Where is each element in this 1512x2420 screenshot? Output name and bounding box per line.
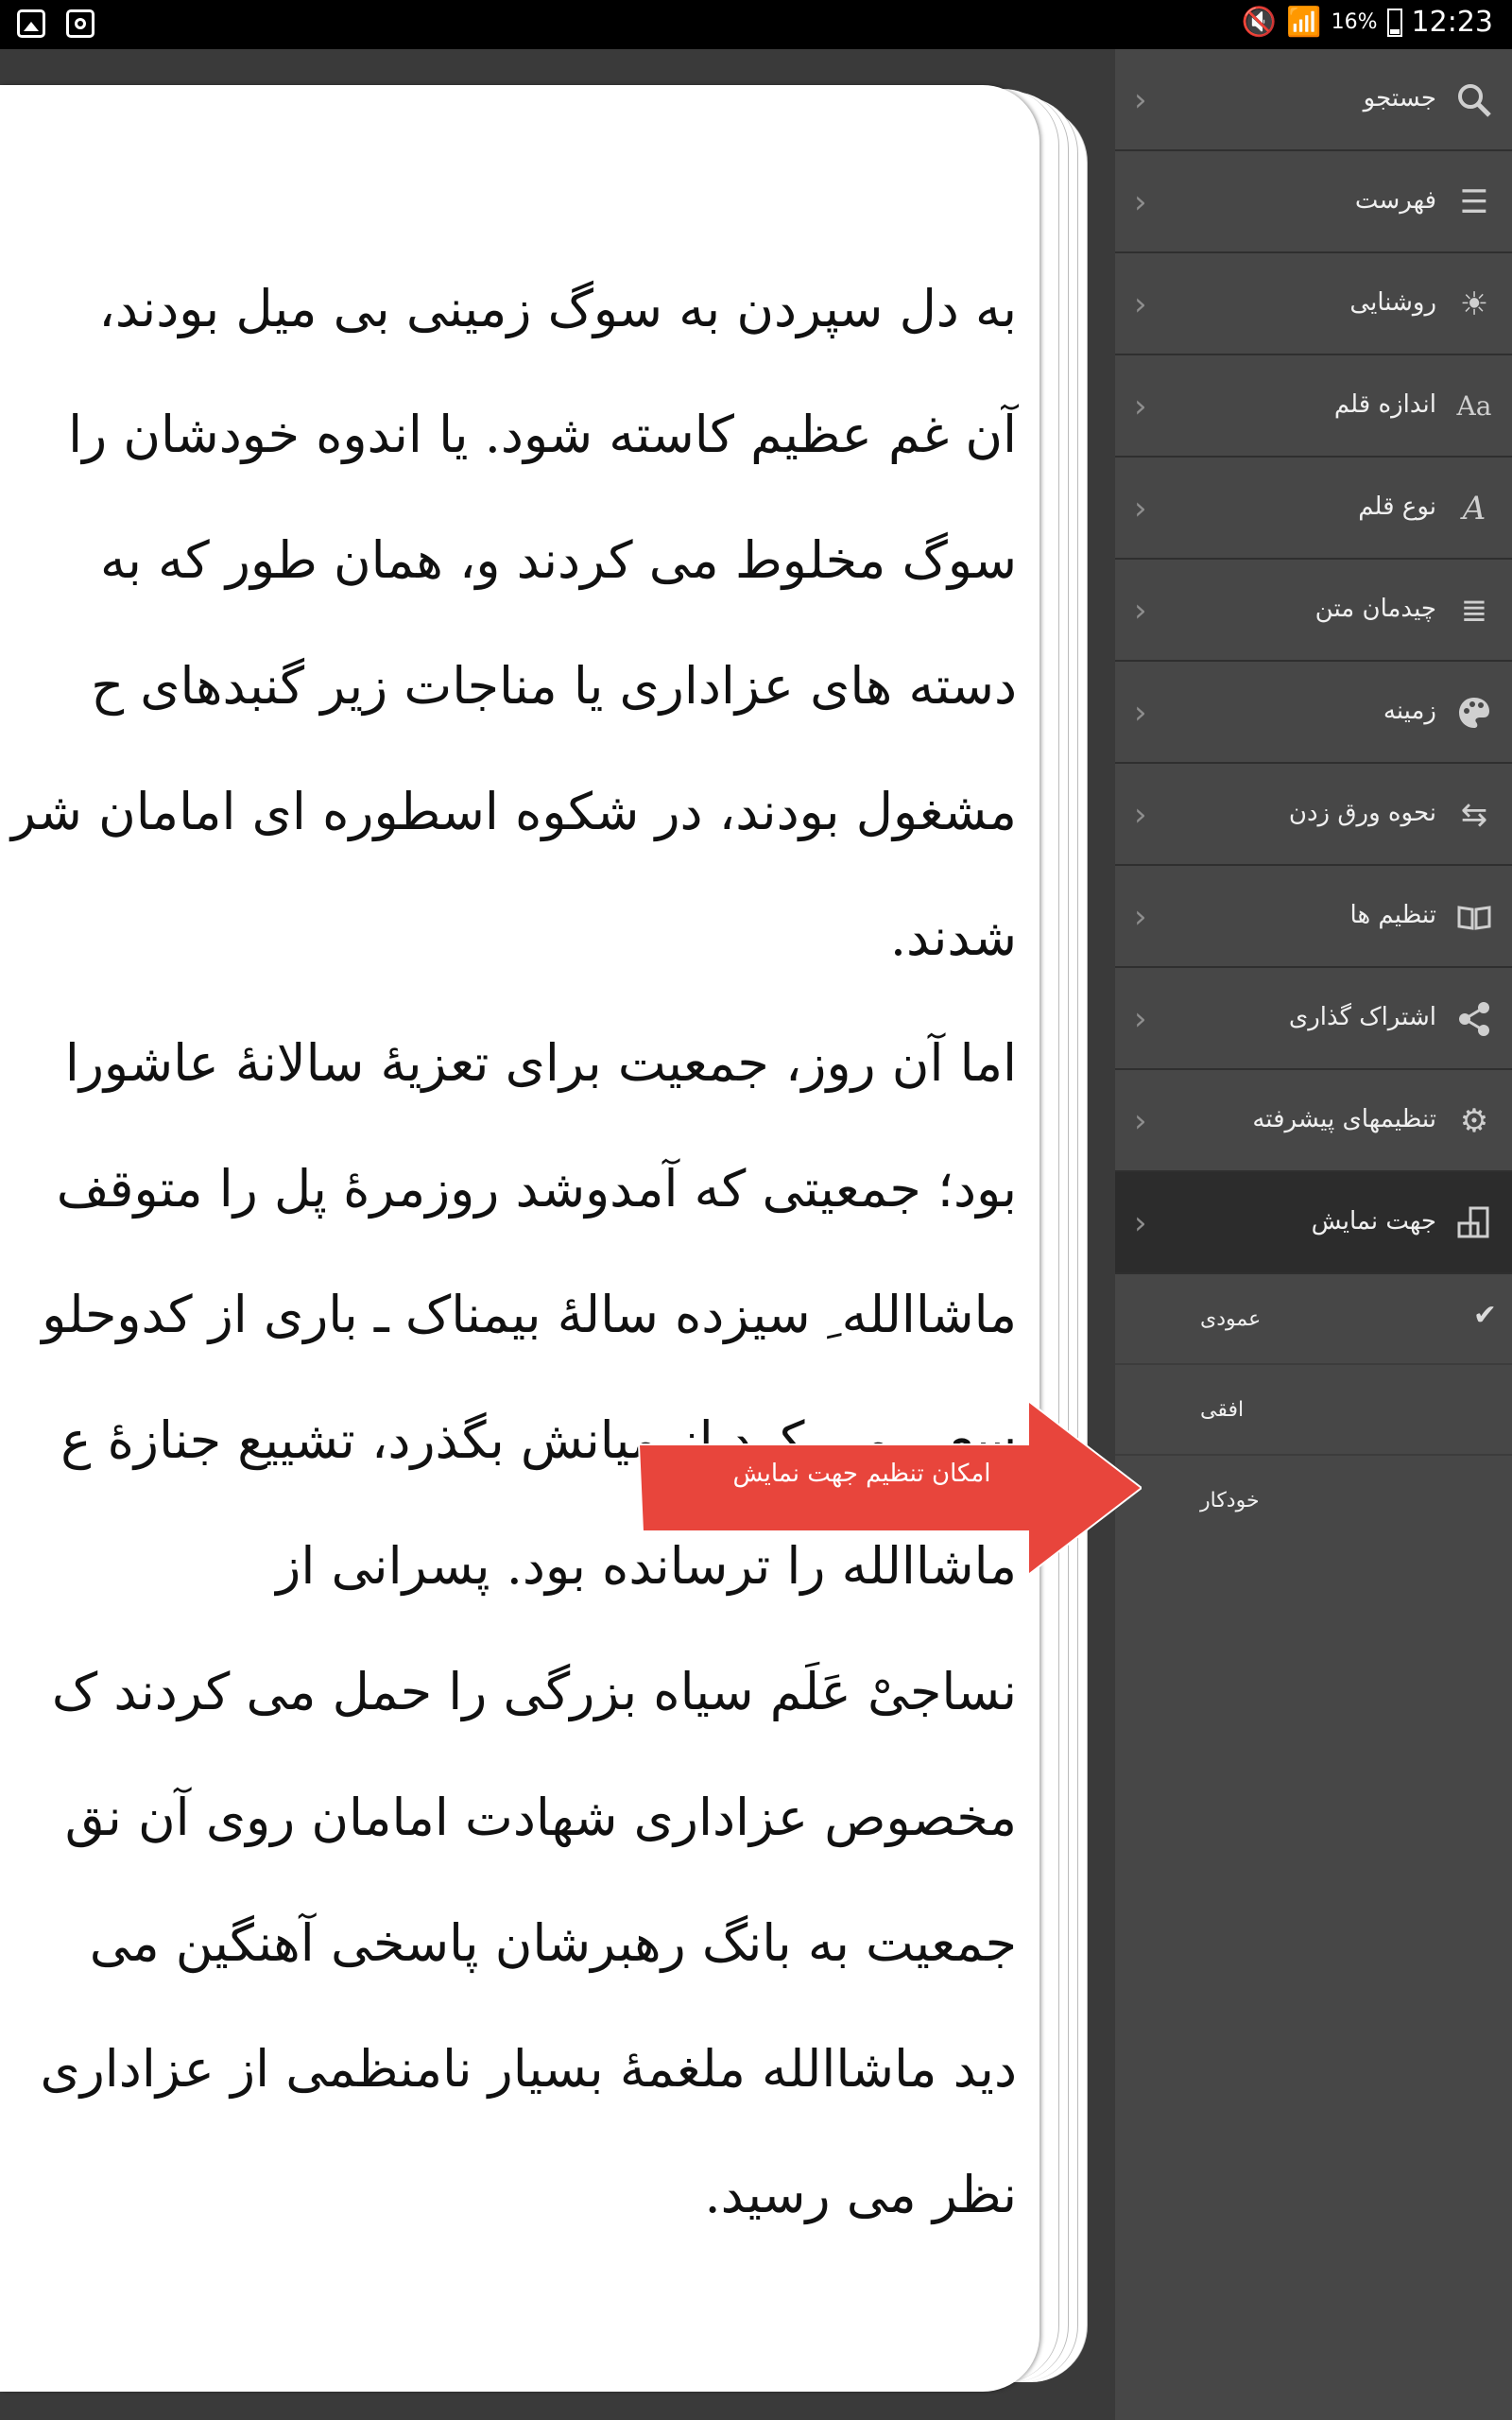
chevron-icon: › xyxy=(1134,81,1147,119)
status-bar: 🔇 📶 16% 12:23 xyxy=(0,0,1512,49)
text-line: به دل سپردن به سوگ زمینی بی میل بودند، xyxy=(98,279,1017,338)
text-line: نساجیْ عَلَم سیاه بزرگی را حمل می کردند … xyxy=(51,1662,1017,1721)
orientation-icon xyxy=(1455,1204,1493,1242)
menu-label: اندازه قلم xyxy=(1333,390,1436,419)
chevron-icon: › xyxy=(1134,388,1147,425)
chevron-icon: › xyxy=(1134,898,1147,936)
menu-label: جهت نمایش xyxy=(1311,1207,1436,1236)
wifi-icon: 📶 xyxy=(1286,6,1322,39)
text-line: جمعیت به بانگ رهبرشان پاسخی آهنگین می xyxy=(89,1913,1017,1973)
text-line: سوگ مخلوط می کردند و، همان طور که به xyxy=(99,530,1017,590)
menu-label: نحوه ورق زدن xyxy=(1288,799,1436,827)
book-icon xyxy=(1455,898,1493,936)
book-text: به دل سپردن به سوگ زمینی بی میل بودند، آ… xyxy=(0,246,1017,2257)
menu-item-advanced[interactable]: › تنظیمهای پیشرفته ⚙ xyxy=(1115,1070,1512,1172)
menu-label: تنظیمهای پیشرفته xyxy=(1252,1105,1436,1133)
chevron-icon: › xyxy=(1134,183,1147,221)
tooltip-callout: امکان تنظیم جهت نمایش xyxy=(631,1398,1143,1590)
menu-item-background[interactable]: › زمینه xyxy=(1115,662,1512,764)
book-page[interactable]: به دل سپردن به سوگ زمینی بی میل بودند، آ… xyxy=(0,85,1040,2392)
text-line: ماشاالله ِ سیزده سالهٔ بیمناک ـ باری از … xyxy=(42,1285,1017,1344)
menu-label: زمینه xyxy=(1383,697,1436,725)
gear-icon: ⚙ xyxy=(1459,1102,1489,1140)
menu-item-text-layout[interactable]: › چیدمان متن ≣ xyxy=(1115,560,1512,662)
menu-item-font-size[interactable]: › اندازه قلم Aa xyxy=(1115,355,1512,458)
text-line: اما آن روز، جمعیت برای تعزیهٔ سالانهٔ عا… xyxy=(64,1033,1017,1093)
text-line: دید ماشاالله ملغمهٔ بسیار نامنظمی از عزا… xyxy=(40,2039,1017,2099)
orientation-option-auto[interactable]: خودکار xyxy=(1115,1456,1512,1547)
chevron-down-icon: › xyxy=(1134,1204,1147,1242)
check-icon: ✔ xyxy=(1472,1299,1497,1332)
chevron-icon: › xyxy=(1134,592,1147,630)
menu-item-page-turn[interactable]: › نحوه ورق زدن ⇆ xyxy=(1115,764,1512,866)
option-label: خودکار xyxy=(1200,1489,1260,1512)
orientation-option-portrait[interactable]: عمودی ✔ xyxy=(1115,1274,1512,1365)
text-line: بود؛ جمعیتی که آمدوشد روزمرهٔ پل را متوق… xyxy=(56,1159,1017,1219)
menu-label: روشنایی xyxy=(1349,288,1436,317)
battery-icon xyxy=(1386,8,1402,37)
font-size-icon: Aa xyxy=(1456,390,1492,422)
option-label: افقی xyxy=(1200,1398,1245,1422)
text-align-icon: ≣ xyxy=(1460,592,1488,630)
gallery-icon xyxy=(17,9,45,38)
menu-label: فهرست xyxy=(1354,186,1436,215)
chevron-icon: › xyxy=(1134,694,1147,732)
callout-arrow-icon xyxy=(637,1398,1143,1578)
share-icon xyxy=(1455,1000,1493,1038)
search-icon xyxy=(1455,81,1493,119)
book-view[interactable]: به دل سپردن به سوگ زمینی بی میل بودند، آ… xyxy=(0,49,1115,2420)
font-type-icon: A xyxy=(1462,490,1486,527)
chevron-icon: › xyxy=(1134,1102,1147,1140)
page-turn-icon: ⇆ xyxy=(1460,796,1488,834)
chevron-icon: › xyxy=(1134,285,1147,323)
text-line: مشغول بودند، در شکوه اسطوره ای امامان شر xyxy=(10,782,1017,841)
palette-icon xyxy=(1455,694,1493,732)
brightness-icon: ☀ xyxy=(1459,285,1489,323)
text-line: دسته های عزاداری یا مناجات زیر گنبدهای ح xyxy=(91,656,1017,716)
menu-item-brightness[interactable]: › روشنایی ☀ xyxy=(1115,253,1512,355)
orientation-option-landscape[interactable]: افقی xyxy=(1115,1365,1512,1456)
chevron-icon: › xyxy=(1134,490,1147,527)
text-line: آن غم عظیم کاسته شود. یا اندوه خودشان را xyxy=(68,405,1017,464)
menu-label: نوع قلم xyxy=(1358,493,1436,521)
text-line: نظر می رسید. xyxy=(704,2165,1017,2224)
mute-icon: 🔇 xyxy=(1241,6,1278,39)
callout-label: امکان تنظیم جهت نمایش xyxy=(732,1460,991,1488)
settings-sidebar: › جستجو › فهرست ☰ › روشنایی ☀ › اندازه ق… xyxy=(1115,49,1512,2420)
list-icon: ☰ xyxy=(1459,183,1489,221)
menu-item-search[interactable]: › جستجو xyxy=(1115,49,1512,151)
chevron-icon: › xyxy=(1134,1000,1147,1038)
text-line: مخصوص عزاداری شهادت امامان روی آن نق xyxy=(64,1788,1017,1847)
option-label: عمودی xyxy=(1200,1307,1262,1331)
chevron-icon: › xyxy=(1134,796,1147,834)
instagram-icon xyxy=(66,9,94,38)
text-line: شدند. xyxy=(889,908,1017,967)
menu-label: جستجو xyxy=(1363,84,1436,112)
menu-item-orientation[interactable]: › جهت نمایش xyxy=(1115,1172,1512,1274)
menu-item-settings[interactable]: › تنظیم ها xyxy=(1115,866,1512,968)
menu-item-toc[interactable]: › فهرست ☰ xyxy=(1115,151,1512,253)
menu-item-font-type[interactable]: › نوع قلم A xyxy=(1115,458,1512,560)
clock: 12:23 xyxy=(1411,6,1493,39)
menu-label: چیدمان متن xyxy=(1314,595,1436,623)
menu-label: تنظیم ها xyxy=(1349,901,1436,929)
battery-percent: 16% xyxy=(1331,10,1378,34)
menu-item-share[interactable]: › اشتراک گذاری xyxy=(1115,968,1512,1070)
menu-label: اشتراک گذاری xyxy=(1288,1003,1436,1031)
